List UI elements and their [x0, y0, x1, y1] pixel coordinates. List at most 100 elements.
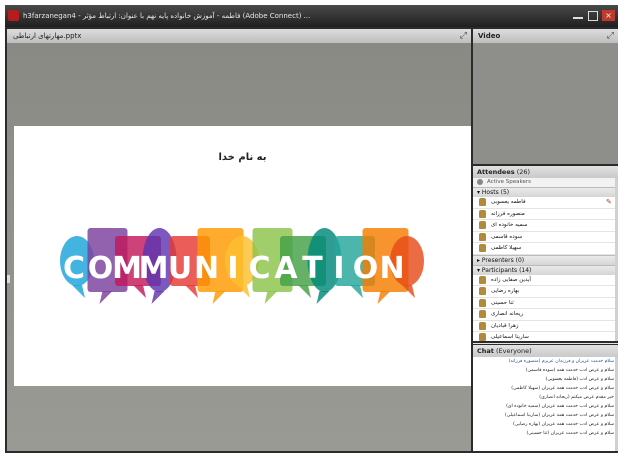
active-speakers-label: Active Speakers [487, 179, 531, 185]
adobe-connect-icon [8, 10, 19, 21]
speech-bubble-tail [316, 291, 330, 304]
person-icon [479, 333, 486, 341]
chat-message: سلام و عرض ادب خدمت همه عزیزان (سمیه خان… [506, 404, 614, 409]
person-icon [479, 287, 486, 295]
logo-letter: C [63, 251, 85, 286]
participants-section-header[interactable]: ▾ Participants (14) [473, 264, 618, 275]
logo-letter: A [274, 251, 298, 286]
speech-bubble-tail [99, 291, 113, 304]
attendee-name: سمیه خانوده ای [491, 222, 528, 228]
attendees-scrollbar[interactable] [615, 178, 618, 341]
chat-message: سلام و عرض ادب خدمت همه عزیزان (سهیلا کا… [511, 386, 614, 391]
speech-bubble-tail [212, 291, 226, 304]
person-icon [479, 275, 486, 284]
attendees-header: Attendees (26) [473, 166, 618, 178]
attendee-row[interactable]: فاطمه یعسوبی ✎ [473, 197, 618, 209]
title-bar: h3farzanegan4 - فاطمه - آموزش خانواده پا… [5, 5, 618, 27]
hosts-label: Hosts (5) [481, 189, 510, 196]
hosts-list: فاطمه یعسوبی ✎ منصوره فرزانه سمیه خانوده ای… [473, 197, 618, 255]
speech-bubble-tail [264, 291, 278, 304]
window-title: h3farzanegan4 - فاطمه - آموزش خانواده پا… [23, 12, 311, 20]
fullscreen-icon[interactable]: ⤢ [607, 31, 614, 41]
attendee-name: سوده قاسمی [491, 233, 523, 240]
attendee-row[interactable]: ریحانه انصاری [473, 309, 618, 321]
chat-message: سلام و عرض ادب خدمت همه عزیزان (بهاره رض… [513, 422, 614, 427]
attendee-row[interactable]: سارینا اسماعیلی [473, 332, 618, 344]
attendee-name: ریحانه انصاری [491, 311, 524, 317]
speaker-icon [477, 179, 483, 185]
attendees-pod: Attendees (26) Active Speakers ▾ Hosts (… [473, 166, 618, 344]
attendee-name: منصوره فرزانه [491, 210, 525, 217]
attendee-name: فاطمه یعسوبی [491, 199, 526, 205]
speech-bubble-tail [72, 285, 85, 298]
chat-message: سلام و عرض ادب خدمت همه (سوده قاسمی) [525, 368, 614, 373]
attendee-row[interactable]: منصوره فرزانه [473, 209, 618, 220]
attendee-name: سهیلا کاظمی [491, 245, 522, 251]
speech-bubble-tail [298, 285, 311, 298]
logo-letter: T [302, 251, 323, 286]
person-icon [479, 198, 486, 206]
attendee-row[interactable]: سمیه خانوده ای [473, 220, 618, 232]
presenters-label: Presenters (0) [481, 256, 525, 264]
attendee-row[interactable]: بهاره رضایی [473, 286, 618, 298]
person-icon [479, 209, 486, 218]
chat-message: سلام و عرض ادب خدمت همه عزیزان (سارینا ا… [504, 413, 614, 418]
app-window: h3farzanegan4 - فاطمه - آموزش خانواده پا… [5, 5, 618, 453]
logo-letter: U [168, 251, 192, 286]
share-content-area: به نام خدا COMMUNICATION [7, 43, 471, 451]
file-name: مهارتهای ارتباطی.pptx [13, 32, 82, 40]
person-icon [479, 221, 486, 229]
minimize-button[interactable] [573, 11, 583, 19]
video-pod-header: Video ⤢ [473, 29, 618, 43]
logo-letter: I [333, 251, 344, 286]
presentation-slide: به نام خدا COMMUNICATION [14, 126, 471, 386]
attendee-row[interactable]: آیدین صفایی زاده [473, 275, 618, 286]
attendee-row[interactable]: سهیلا کاظمی [473, 243, 618, 255]
video-title: Video [478, 32, 501, 40]
chat-message: خیر مقدم عرض میکنم (ریحانه انصاری) [539, 395, 614, 400]
close-button[interactable]: × [602, 10, 615, 21]
person-icon [479, 310, 486, 318]
chat-pod: Chat (Everyone) سلام خدمت عزیزان و فرزند… [473, 345, 618, 451]
attendees-count: (26) [516, 168, 531, 176]
person-icon [479, 298, 486, 307]
logo-letter: N [194, 251, 219, 286]
attendee-row[interactable]: سوده قاسمی [473, 232, 618, 243]
fullscreen-icon[interactable]: ⤢ [460, 31, 467, 41]
attendee-name: آیدین صفایی زاده [491, 276, 531, 283]
flag-icon: ✎ [606, 198, 612, 206]
share-pod-header: مهارتهای ارتباطی.pptx ⤢ [7, 29, 471, 43]
logo-letter: O [88, 251, 114, 286]
chat-scrollbar[interactable] [615, 357, 618, 451]
hosts-section-header[interactable]: ▾ Hosts (5) [473, 187, 618, 197]
video-pod: Video ⤢ [473, 29, 618, 164]
attendee-name: زهرا قبادیان [491, 322, 519, 329]
resize-handle[interactable] [7, 275, 10, 283]
person-icon [479, 321, 486, 330]
speech-bubble-tail [350, 285, 363, 298]
presenters-section-header[interactable]: ▸ Presenters (0) [473, 254, 618, 265]
attendees-title: Attendees [477, 168, 515, 176]
chat-messages: سلام خدمت عزیزان و فرزندان عزیزم (منصوره… [473, 357, 618, 438]
attendee-row[interactable]: زهرا قبادیان [473, 321, 618, 332]
active-speakers-row[interactable]: Active Speakers [473, 178, 618, 187]
speech-bubble-tail [133, 285, 146, 298]
attendee-name: سارینا اسماعیلی [491, 334, 529, 340]
chat-message: سلام خدمت عزیزان و فرزندان عزیزم (منصوره… [508, 359, 614, 364]
chat-message: سلام و عرض ادب (فاطمه یعسوبی) [545, 377, 614, 382]
logo-letter: I [227, 251, 238, 286]
attendee-name: بهاره رضایی [491, 288, 520, 294]
participants-list: آیدین صفایی زاده بهاره رضایی ثنا حسینی ریحا… [473, 275, 618, 344]
participants-label: Participants (14) [481, 266, 532, 274]
speech-bubble-tail [377, 291, 391, 304]
logo-letter: N [379, 251, 404, 286]
speech-bubble-tail [151, 291, 165, 304]
chat-message: سلام و عرض ادب خدمت عزیزان (ثنا حسینی) [526, 431, 615, 436]
logo-letter: O [353, 251, 379, 286]
chat-header: Chat (Everyone) [473, 345, 618, 357]
maximize-button[interactable] [588, 11, 598, 21]
logo-letter: C [248, 251, 270, 286]
share-pod: مهارتهای ارتباطی.pptx ⤢ به نام خدا COMMU… [7, 29, 471, 451]
logo-letter: M [139, 251, 169, 286]
attendee-row[interactable]: ثنا حسینی [473, 298, 618, 309]
